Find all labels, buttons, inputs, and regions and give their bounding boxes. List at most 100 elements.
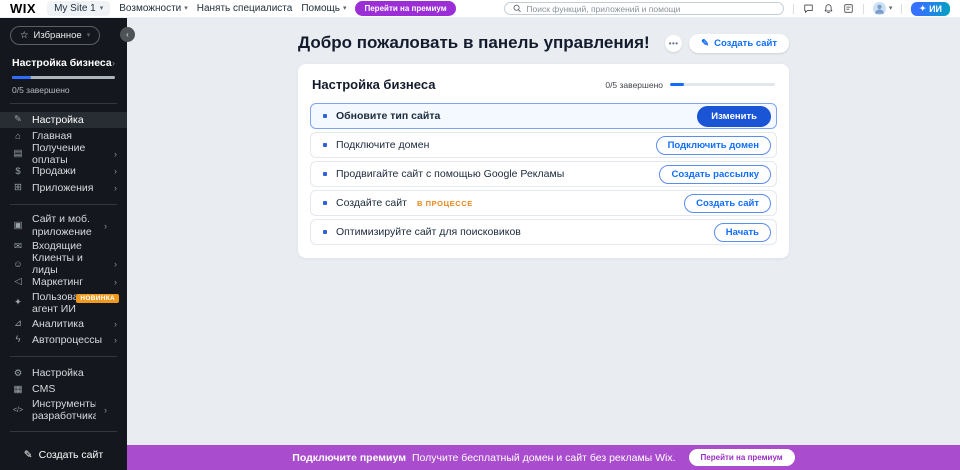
main-content: Добро пожаловать в панель управления! ••… bbox=[127, 18, 960, 445]
card-progress-bar bbox=[670, 83, 775, 86]
divider bbox=[10, 103, 117, 104]
sidebar-item-setup[interactable]: ✎ Настройка bbox=[0, 112, 127, 128]
pencil-icon: ✎ bbox=[24, 449, 33, 461]
gear-icon: ⚙ bbox=[12, 368, 24, 379]
chevron-right-icon: › bbox=[104, 221, 107, 231]
releases-grid-icon[interactable] bbox=[843, 3, 854, 14]
setup-progress-bar bbox=[12, 76, 115, 79]
business-setup-card: Настройка бизнеса 0/5 завершено Обновите… bbox=[298, 64, 789, 258]
favorites-row: ☆ Избранное ▾ bbox=[0, 25, 127, 45]
sidebar-collapse-button[interactable]: ‹ bbox=[120, 27, 135, 42]
task-connect-domain[interactable]: Подключите домен Подключить домен bbox=[310, 132, 777, 158]
main-area: Добро пожаловать в панель управления! ••… bbox=[127, 18, 960, 470]
chevron-right-icon: › bbox=[104, 405, 107, 415]
task-create-site[interactable]: Создайте сайт В ПРОЦЕССЕ Создать сайт bbox=[310, 190, 777, 216]
chevron-down-icon: ▾ bbox=[100, 5, 104, 12]
chevron-right-icon: › bbox=[114, 319, 117, 329]
setup-title: Настройка бизнеса bbox=[12, 57, 112, 69]
sidebar-item-sales[interactable]: $ Продажи › bbox=[0, 163, 127, 179]
upgrade-premium-button[interactable]: Перейти на премиум bbox=[355, 1, 455, 16]
sidebar-item-ai-agent[interactable]: ✦ Пользовательский агент ИИ НОВИНКА bbox=[0, 290, 127, 316]
chevron-down-icon: ▾ bbox=[184, 5, 188, 12]
chevron-down-icon: ▾ bbox=[889, 5, 893, 12]
task-change-button[interactable]: Изменить bbox=[697, 106, 771, 127]
task-seo[interactable]: Оптимизируйте сайт для поисковиков Начат… bbox=[310, 219, 777, 245]
premium-banner-title: Подключите премиум bbox=[292, 452, 406, 464]
sidebar-item-site-mobile-app[interactable]: ▣ Сайт и моб. приложение › bbox=[0, 213, 127, 239]
task-google-ads[interactable]: Продвигайте сайт с помощью Google Реклам… bbox=[310, 161, 777, 187]
divider bbox=[863, 4, 864, 14]
wix-logo[interactable]: WIX bbox=[10, 1, 36, 16]
nav-help-label: Помощь bbox=[301, 3, 340, 14]
avatar bbox=[873, 2, 886, 15]
sidebar-item-dev-tools[interactable]: </> Инструменты разработчика › bbox=[0, 397, 127, 423]
sidebar-item-settings[interactable]: ⚙ Настройка bbox=[0, 365, 127, 381]
task-connect-domain-button[interactable]: Подключить домен bbox=[656, 136, 771, 155]
screen-icon: ▣ bbox=[12, 220, 24, 231]
divider bbox=[10, 204, 117, 205]
create-site-button[interactable]: ✎ Создать сайт bbox=[689, 34, 789, 53]
chevron-right-icon: › bbox=[112, 58, 115, 68]
pencil-icon: ✎ bbox=[12, 114, 24, 125]
notifications-bell-icon[interactable] bbox=[823, 3, 834, 14]
home-icon: ⌂ bbox=[12, 131, 24, 142]
sidebar-item-contacts-leads[interactable]: ☺ Клиенты и лиды › bbox=[0, 255, 127, 274]
chevron-right-icon: › bbox=[114, 335, 117, 345]
ai-assistant-button[interactable]: ✦ ИИ bbox=[911, 2, 950, 16]
setup-progress-label: 0/5 завершено bbox=[12, 85, 115, 95]
bullet-icon bbox=[323, 230, 327, 234]
card-progress-label: 0/5 завершено bbox=[605, 80, 663, 90]
person-icon: ☺ bbox=[12, 259, 24, 270]
wix-dashboard: WIX My Site 1 ▾ Возможности ▾ Нанять спе… bbox=[0, 0, 960, 470]
task-label: Обновите тип сайта bbox=[336, 110, 440, 122]
bullet-icon bbox=[323, 172, 327, 176]
sidebar-item-analytics[interactable]: ⊿ Аналитика › bbox=[0, 316, 127, 332]
bullet-icon bbox=[323, 114, 327, 118]
create-site-label: Создать сайт bbox=[39, 449, 104, 461]
sidebar-item-label: Получение оплаты bbox=[32, 142, 106, 166]
document-icon: ▤ bbox=[12, 148, 24, 159]
chevron-right-icon: › bbox=[114, 259, 117, 269]
divider bbox=[10, 356, 117, 357]
nav-help[interactable]: Помощь ▾ bbox=[301, 3, 346, 14]
sparkle-icon: ✦ bbox=[919, 4, 926, 13]
account-menu[interactable]: ▾ bbox=[873, 2, 893, 15]
sidebar-item-apps[interactable]: ⊞ Приложения › bbox=[0, 180, 127, 196]
sidebar-item-marketing[interactable]: ◁ Маркетинг › bbox=[0, 274, 127, 290]
bullet-icon bbox=[323, 201, 327, 205]
chat-icon[interactable] bbox=[803, 3, 814, 14]
database-grid-icon: ▦ bbox=[12, 384, 24, 395]
dollar-icon: $ bbox=[12, 166, 24, 177]
sidebar-create-site-button[interactable]: ✎ Создать сайт bbox=[0, 440, 127, 470]
go-premium-button[interactable]: Перейти на премиум bbox=[689, 449, 795, 466]
search-input[interactable] bbox=[526, 4, 774, 14]
task-create-campaign-button[interactable]: Создать рассылку bbox=[659, 165, 771, 184]
megaphone-icon: ◁ bbox=[12, 276, 24, 287]
sidebar-item-label: Маркетинг bbox=[32, 276, 106, 288]
site-selector[interactable]: My Site 1 ▾ bbox=[47, 1, 110, 16]
business-setup-block[interactable]: Настройка бизнеса › 0/5 завершено bbox=[0, 54, 127, 95]
topbar: WIX My Site 1 ▾ Возможности ▾ Нанять спе… bbox=[0, 0, 960, 18]
favorites-button[interactable]: ☆ Избранное ▾ bbox=[10, 26, 100, 45]
chevron-right-icon: › bbox=[114, 149, 117, 159]
nav-hire-specialist[interactable]: Нанять специалиста bbox=[197, 3, 293, 14]
sidebar-item-label: CMS bbox=[32, 383, 117, 395]
sidebar-item-automations[interactable]: ϟ Автопроцессы › bbox=[0, 332, 127, 348]
sidebar-item-label: Автопроцессы bbox=[32, 334, 106, 346]
nav-features[interactable]: Возможности ▾ bbox=[119, 3, 187, 14]
nav-features-label: Возможности bbox=[119, 3, 181, 14]
page-header: Добро пожаловать в панель управления! ••… bbox=[298, 33, 789, 53]
task-start-button[interactable]: Начать bbox=[714, 223, 771, 242]
sidebar-item-label: Приложения bbox=[32, 182, 106, 194]
task-update-site-type[interactable]: Обновите тип сайта Изменить bbox=[310, 103, 777, 129]
task-create-site-button[interactable]: Создать сайт bbox=[684, 194, 771, 213]
task-label: Подключите домен bbox=[336, 139, 429, 151]
task-label: Создайте сайт bbox=[336, 197, 407, 209]
search-bar[interactable] bbox=[504, 2, 784, 15]
sidebar-item-cms[interactable]: ▦ CMS bbox=[0, 381, 127, 397]
card-progress: 0/5 завершено bbox=[605, 80, 775, 90]
chevron-down-icon: ▾ bbox=[87, 32, 91, 39]
sidebar-item-payments[interactable]: ▤ Получение оплаты › bbox=[0, 144, 127, 163]
site-name: My Site 1 bbox=[54, 3, 96, 14]
more-options-button[interactable]: ••• bbox=[665, 35, 682, 52]
